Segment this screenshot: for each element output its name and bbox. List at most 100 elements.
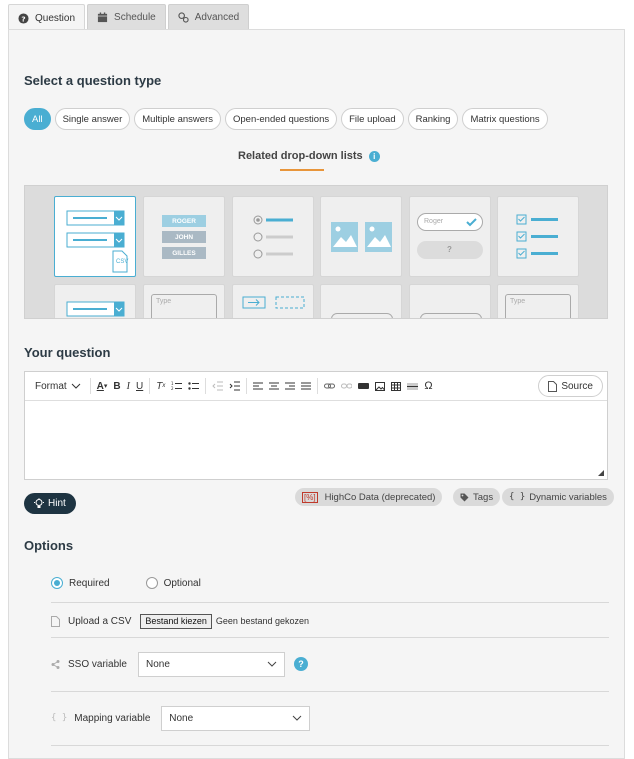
divider <box>51 637 609 638</box>
tags-button[interactable]: Tags <box>453 488 501 506</box>
tab-question-label: Question <box>35 12 76 24</box>
mapping-label: Mapping variable <box>74 712 151 724</box>
toolbar-separator <box>317 378 319 394</box>
filter-single-answer[interactable]: Single answer <box>54 108 131 130</box>
question-circle-icon: ? <box>18 12 29 24</box>
highco-data-button[interactable]: [%] HighCo Data (deprecated) <box>295 488 443 506</box>
numbered-list-icon[interactable]: 12 <box>168 376 185 396</box>
card-related-dropdowns[interactable]: CSV <box>54 196 136 277</box>
bullet-list-icon[interactable] <box>185 376 202 396</box>
filter-open-ended[interactable]: Open-ended questions <box>224 108 338 130</box>
sso-select[interactable]: None <box>138 651 285 677</box>
italic-icon[interactable]: I <box>124 376 133 396</box>
lightbulb-icon <box>34 498 44 508</box>
active-underline <box>280 169 324 171</box>
format-dropdown[interactable]: Format <box>32 376 87 396</box>
mapping-select[interactable]: None <box>161 705 311 731</box>
name-roger: ROGER <box>162 215 206 227</box>
card-dropdown-single[interactable] <box>54 284 136 318</box>
gears-icon <box>178 12 189 23</box>
required-optional-row: Required Optional <box>51 575 609 591</box>
braces-icon: { } <box>509 492 526 502</box>
optional-radio[interactable] <box>145 577 158 589</box>
mapping-value: None <box>169 712 194 724</box>
question-editor[interactable]: Format A ▾ B I U Tx 12 Ω Source <box>24 371 608 480</box>
required-label: Required <box>69 577 110 589</box>
mapping-icon <box>242 296 305 309</box>
table-icon[interactable] <box>388 376 404 396</box>
tab-advanced[interactable]: Advanced <box>167 4 250 30</box>
roger-placeholder: Roger <box>424 218 444 225</box>
card-ranking-names[interactable]: ROGER JOHN GILLES <box>143 196 225 277</box>
tab-question[interactable]: ? Question <box>8 4 86 31</box>
filter-matrix[interactable]: Matrix questions <box>462 108 548 130</box>
underline-icon[interactable]: U <box>133 376 146 396</box>
horizontal-rule-icon[interactable] <box>404 376 421 396</box>
name-john: JOHN <box>162 231 206 243</box>
unlink-icon[interactable] <box>338 376 355 396</box>
calendar-icon <box>97 12 108 23</box>
sso-label: SSO variable <box>68 658 127 670</box>
card-long-text[interactable]: Type <box>497 284 579 318</box>
card-open-text[interactable]: Type <box>143 284 225 318</box>
tag-icon <box>460 493 469 501</box>
dropdown-list-icon <box>66 210 128 273</box>
link-icon[interactable] <box>321 376 338 396</box>
tab-schedule[interactable]: Schedule <box>87 4 166 30</box>
name-gilles: GILLES <box>162 247 206 259</box>
justify-icon[interactable] <box>298 376 314 396</box>
divider <box>51 691 609 692</box>
optional-label: Optional <box>163 577 201 589</box>
help-icon[interactable]: ? <box>294 657 308 671</box>
required-radio[interactable] <box>51 577 63 589</box>
upload-csv-label: Upload a CSV <box>68 615 132 627</box>
filter-ranking[interactable]: Ranking <box>407 108 459 130</box>
checkbox-list-icon <box>516 214 558 259</box>
align-right-icon[interactable] <box>282 376 298 396</box>
toolbar-separator <box>149 378 151 394</box>
card-validated-text[interactable]: Roger ? <box>409 196 491 277</box>
options-title: Options <box>24 538 74 553</box>
anchor-icon[interactable] <box>355 376 372 396</box>
share-icon <box>51 659 60 669</box>
filter-multiple-answers[interactable]: Multiple answers <box>134 108 221 130</box>
card-slider[interactable] <box>320 284 402 318</box>
dropdown-icon <box>66 301 125 317</box>
tab-bar: ? Question Schedule Advanced <box>8 4 250 31</box>
type-filter-chips: All Single answer Multiple answers Open-… <box>24 108 548 130</box>
source-button[interactable]: Source <box>538 375 603 397</box>
bold-icon[interactable]: B <box>110 376 123 396</box>
chevron-down-icon <box>71 383 81 389</box>
hint-button[interactable]: Hint <box>24 493 76 514</box>
dynamic-variables-button[interactable]: { } Dynamic variables <box>502 488 614 506</box>
align-center-icon[interactable] <box>266 376 282 396</box>
file-status: Geen bestand gekozen <box>215 616 309 626</box>
sso-variable-row: SSO variable None ? <box>51 651 609 677</box>
remove-format-icon[interactable]: Tx <box>153 376 168 396</box>
filter-all[interactable]: All <box>24 108 51 130</box>
toolbar-separator <box>89 378 91 394</box>
braces-gray-icon: { } <box>51 713 68 723</box>
image-icon[interactable] <box>372 376 388 396</box>
card-checkbox-list[interactable] <box>497 196 579 277</box>
sso-value: None <box>146 658 170 670</box>
type-placeholder-2: Type <box>510 298 526 305</box>
indent-icon[interactable] <box>226 376 243 396</box>
related-dropdown-heading[interactable]: Related drop-down lists i <box>238 150 380 162</box>
text-color-icon[interactable]: A ▾ <box>94 376 111 396</box>
card-mapping[interactable] <box>232 284 314 318</box>
card-text-pill[interactable] <box>409 284 491 318</box>
file-icon <box>51 615 60 627</box>
card-image-choice[interactable] <box>320 196 402 277</box>
align-left-icon[interactable] <box>250 376 266 396</box>
mapping-variable-row: { } Mapping variable None <box>51 705 609 731</box>
outdent-icon[interactable] <box>209 376 226 396</box>
choose-file-button[interactable]: Bestand kiezen <box>140 613 212 629</box>
card-radio-list[interactable] <box>232 196 314 277</box>
question-type-gallery[interactable]: CSV ROGER JOHN GILLES Roger ? Type Type <box>24 185 608 319</box>
special-char-icon[interactable]: Ω <box>421 376 435 396</box>
resize-handle[interactable] <box>598 470 604 476</box>
filter-file-upload[interactable]: File upload <box>341 108 404 130</box>
svg-text:2: 2 <box>171 386 174 391</box>
info-icon[interactable]: i <box>368 150 380 162</box>
